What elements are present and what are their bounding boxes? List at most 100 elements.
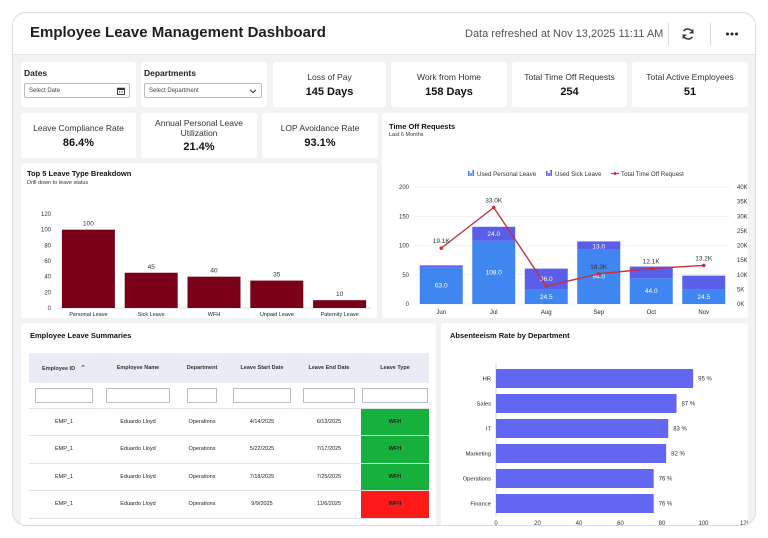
personal-leave-value: 63.0 bbox=[435, 283, 448, 290]
column-header[interactable]: Department bbox=[177, 353, 227, 383]
table-row[interactable]: EMP_1 Eduardo Lloyd Operations 7/18/2025 7/2… bbox=[29, 463, 429, 491]
total-time-off-label: 33.0K bbox=[485, 197, 503, 204]
x-tick-label: Oct bbox=[647, 310, 657, 316]
table-cell: Operations bbox=[177, 435, 227, 464]
column-filter-input[interactable] bbox=[362, 387, 428, 403]
y2-tick-label: 5K bbox=[737, 287, 744, 293]
column-header[interactable]: Employee ID ⌃ bbox=[29, 353, 99, 383]
column-filter-input[interactable] bbox=[106, 387, 170, 403]
column-header[interactable]: Leave Type bbox=[361, 353, 429, 383]
bar-value-label: 87 % bbox=[682, 402, 696, 408]
data-refreshed-text: Data refreshed at Nov 13,2025 11:11 AM bbox=[465, 28, 664, 40]
total-time-off-label: 19.1K bbox=[433, 238, 451, 245]
y-tick-label: IT bbox=[486, 427, 492, 433]
kpi-value: 93.1% bbox=[304, 137, 336, 149]
x-tick-label: Personal Leave bbox=[69, 312, 107, 318]
legend-marker bbox=[548, 173, 550, 176]
filter-cell bbox=[99, 383, 177, 409]
sick-leave-bar bbox=[419, 265, 463, 268]
bar-value-label: 76 % bbox=[659, 502, 673, 508]
time-off-chart: 0 50 100 150 200 0K 5K 10K 15K 20K 25K 30K 35K 40K Use… bbox=[399, 170, 748, 316]
y-tick-label: 40 bbox=[44, 275, 51, 281]
y2-tick-label: 35K bbox=[737, 200, 748, 206]
column-header[interactable]: Leave End Date bbox=[297, 353, 361, 383]
column-filter-input[interactable] bbox=[233, 387, 291, 403]
calendar-icon bbox=[117, 87, 125, 95]
table-row[interactable]: EMP_1 Eduardo Lloyd Operations 5/22/2025 7/1… bbox=[29, 435, 429, 464]
legend-label: Total Time Off Request bbox=[621, 171, 684, 178]
x-tick-label: 40 bbox=[576, 521, 583, 526]
y-tick-label: 150 bbox=[399, 214, 410, 220]
dates-filter-label: Dates bbox=[24, 68, 48, 78]
y-tick-label: 0 bbox=[406, 302, 410, 308]
table-cell: Eduardo Lloyd bbox=[99, 490, 177, 519]
bar-value-label: 10 bbox=[336, 291, 344, 298]
total-time-off-point bbox=[596, 272, 601, 276]
dates-select[interactable]: Select Date bbox=[24, 83, 130, 98]
absenteeism-panel: Absenteeism Rate by Department HR 95 % Sal… bbox=[441, 323, 748, 526]
absenteeism-bar bbox=[496, 469, 654, 488]
dates-filter-card: Dates Select Date bbox=[21, 62, 136, 107]
x-tick-label: 20 bbox=[534, 521, 541, 526]
table-cell: 6/13/2025 bbox=[297, 408, 361, 436]
table-cell: 7/18/2025 bbox=[227, 463, 297, 491]
column-filter-input[interactable] bbox=[187, 387, 217, 403]
x-tick-label: Paternity Leave bbox=[320, 312, 358, 318]
kpi-title: Total Time Off Requests bbox=[524, 72, 615, 82]
kpi-work-from-home: Work from Home 158 Days bbox=[391, 62, 507, 107]
bar-value-label: 100 bbox=[83, 221, 94, 228]
bar-value-label: 40 bbox=[210, 268, 218, 275]
column-header[interactable]: Leave Start Date bbox=[227, 353, 297, 383]
y-tick-label: HR bbox=[483, 377, 491, 383]
time-off-panel: Time Off Requests Last 6 Months 0 50 100 15… bbox=[382, 113, 748, 318]
total-time-off-point bbox=[701, 263, 706, 268]
table-cell: Operations bbox=[177, 408, 227, 436]
bar bbox=[250, 280, 304, 308]
total-time-off-point bbox=[649, 266, 654, 271]
kpi-value: 158 Days bbox=[425, 86, 473, 98]
table-row[interactable]: EMP_1 Eduardo Lloyd Operations 9/9/2025 11/6… bbox=[29, 490, 429, 519]
kpi-title: Annual Personal Leave Utilization bbox=[155, 118, 243, 138]
bar-value-label: 35 bbox=[273, 272, 281, 279]
header-divider bbox=[668, 23, 669, 45]
table-cell: EMP_1 bbox=[29, 490, 99, 519]
x-tick-label: Jul bbox=[490, 310, 498, 316]
column-header[interactable]: Employee Name bbox=[99, 353, 177, 383]
filter-row bbox=[29, 383, 429, 409]
bar bbox=[61, 229, 115, 308]
dashboard-header: Employee Leave Management Dashboard Data… bbox=[13, 13, 755, 55]
leave-type-panel: Top 5 Leave Type Breakdown Drill down to… bbox=[21, 163, 377, 318]
x-tick-label: WFH bbox=[208, 312, 221, 318]
x-tick-label: 120 bbox=[740, 521, 748, 526]
refresh-icon[interactable] bbox=[680, 26, 696, 42]
legend-marker bbox=[468, 171, 470, 176]
table-row[interactable]: EMP_1 Eduardo Lloyd Operations 4/14/2025 6/1… bbox=[29, 408, 429, 436]
column-filter-input[interactable] bbox=[35, 387, 93, 403]
more-options-glyph bbox=[726, 32, 738, 36]
table-cell: EMP_1 bbox=[29, 435, 99, 464]
legend-marker bbox=[550, 170, 552, 176]
leave-type-cell: WFH bbox=[361, 435, 429, 464]
filter-cell bbox=[227, 383, 297, 409]
total-time-off-label: 12.1K bbox=[643, 259, 661, 266]
bar-value-label: 83 % bbox=[673, 427, 687, 433]
sort-ascending-icon[interactable]: ⌃ bbox=[80, 364, 86, 372]
departments-select[interactable]: Select Department bbox=[144, 83, 262, 98]
column-filter-input[interactable] bbox=[303, 387, 355, 403]
absenteeism-bar bbox=[496, 444, 667, 463]
leave-summaries-panel: Employee Leave Summaries Employee ID ⌃ Emp… bbox=[21, 323, 436, 525]
y-tick-label: 200 bbox=[399, 185, 410, 191]
kpi-value: 145 Days bbox=[305, 86, 354, 98]
more-options-icon[interactable] bbox=[724, 26, 740, 42]
y-tick-label: 20 bbox=[44, 290, 51, 296]
refresh-icon-glyph bbox=[682, 28, 694, 40]
kpi-value: 21.4% bbox=[183, 141, 215, 153]
absenteeism-chart: HR 95 % Sales 87 % IT 83 % Marketing 82 % Operat… bbox=[463, 364, 748, 526]
sick-leave-value: 24.0 bbox=[487, 231, 500, 238]
legend-label: Used Personal Leave bbox=[477, 171, 537, 178]
dashboard-frame: Employee Leave Management Dashboard Data… bbox=[12, 12, 756, 526]
filter-cell bbox=[297, 383, 361, 409]
departments-filter-label: Departments bbox=[144, 68, 196, 78]
absenteeism-bar bbox=[496, 394, 677, 413]
personal-leave-value: 44.0 bbox=[645, 288, 658, 295]
